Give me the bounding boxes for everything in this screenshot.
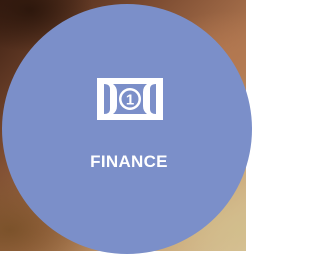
bill-digit: 1	[126, 92, 134, 109]
finance-category-tile[interactable]: 1 FINANCE	[2, 4, 252, 254]
money-bill-icon: 1	[97, 78, 163, 120]
tile-label: FINANCE	[90, 152, 168, 171]
